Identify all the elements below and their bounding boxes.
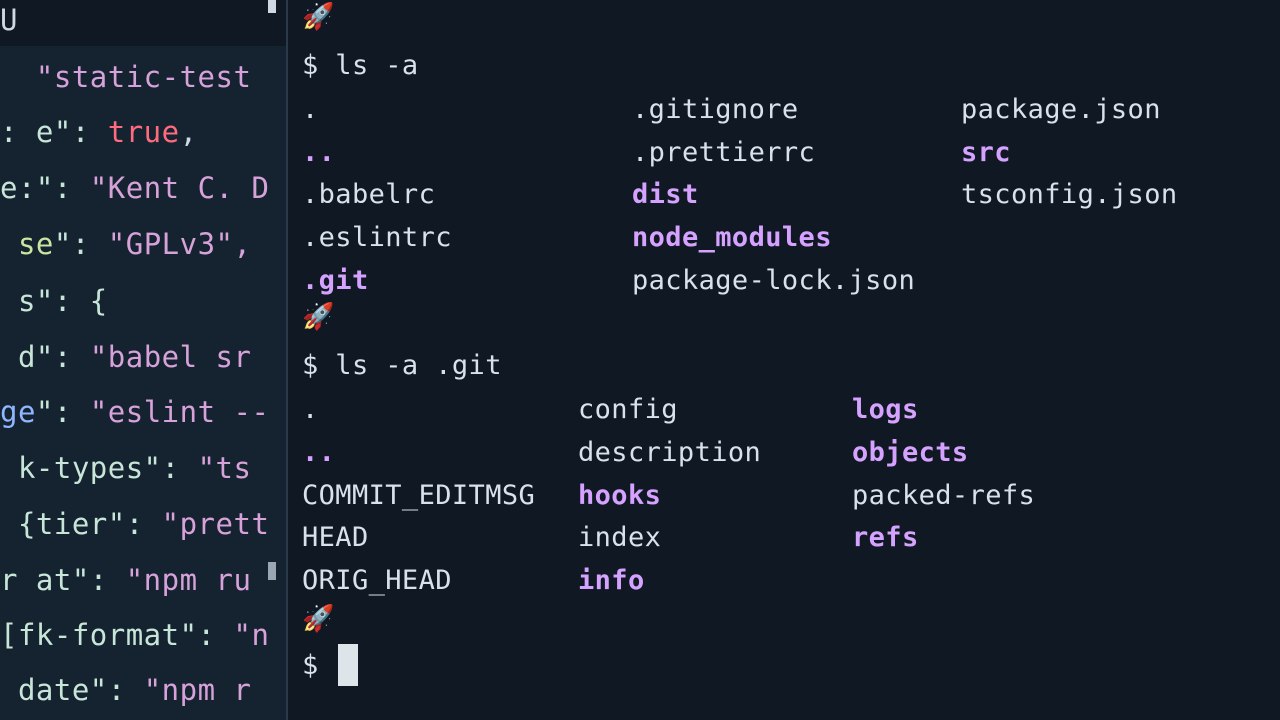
ls-entry: package.json bbox=[961, 94, 1161, 125]
editor-cursor bbox=[268, 562, 276, 580]
editor-token: "npm ru bbox=[125, 563, 252, 597]
ls-entry: . bbox=[302, 394, 319, 425]
terminal-pane[interactable]: 🚀 $ ls -a . .. .babelrc .eslintrc .git .… bbox=[288, 0, 1280, 720]
ls-entry: .babelrc bbox=[302, 179, 436, 210]
editor-line: [fk-format": "n bbox=[0, 615, 269, 655]
editor-token: "ts bbox=[197, 451, 252, 485]
ls-entry-dir: dist bbox=[632, 179, 699, 210]
editor-token: "static-test bbox=[0, 60, 252, 94]
editor-line: r at": "npm ru bbox=[0, 560, 251, 600]
ls-entry: tsconfig.json bbox=[961, 179, 1178, 210]
editor-token: "Kent C. D bbox=[89, 171, 270, 205]
prompt-rocket-icon: 🚀 bbox=[302, 604, 335, 634]
editor-line: k-types": "ts bbox=[0, 448, 251, 488]
ls-entry: description bbox=[578, 437, 762, 468]
prompt-line-3: $ bbox=[302, 650, 319, 681]
editor-token: ": bbox=[53, 227, 108, 261]
editor-token: , bbox=[179, 115, 198, 149]
ls-entry: packed-refs bbox=[852, 480, 1036, 511]
editor-token: [fk-format": bbox=[0, 618, 234, 652]
editor-token: "GPLv3", bbox=[107, 227, 252, 261]
ls-entry: .eslintrc bbox=[302, 222, 452, 253]
ls-entry: COMMIT_EDITMSG bbox=[302, 480, 536, 511]
editor-token: U bbox=[0, 3, 18, 37]
ls-entry-dir: info bbox=[578, 565, 645, 596]
ls-entry-dir: node_modules bbox=[632, 222, 832, 253]
editor-line: d": "babel sr bbox=[0, 337, 251, 377]
ls-entry: . bbox=[302, 94, 319, 125]
editor-line: : e": true, bbox=[0, 112, 198, 152]
editor-token: d": bbox=[0, 340, 90, 374]
ls-entry-dir: .. bbox=[302, 437, 336, 468]
ls-entry: HEAD bbox=[302, 522, 369, 553]
prompt-rocket-icon: 🚀 bbox=[302, 2, 335, 32]
command-line-2: $ ls -a .git bbox=[302, 350, 502, 381]
ls-entry-dir: objects bbox=[852, 437, 969, 468]
editor-line: U bbox=[0, 0, 18, 40]
ls-entry-dir: src bbox=[961, 137, 1011, 168]
editor-token: se bbox=[0, 227, 54, 261]
editor-token: "n bbox=[233, 618, 270, 652]
editor-token: ": bbox=[35, 395, 90, 429]
editor-token: r at": bbox=[0, 563, 126, 597]
ls-entry-dir: logs bbox=[852, 394, 919, 425]
editor-token: "npm r bbox=[143, 673, 252, 707]
ls-entry: config bbox=[578, 394, 678, 425]
editor-top-strip bbox=[0, 0, 286, 46]
ls-entry: ORIG_HEAD bbox=[302, 565, 452, 596]
editor-line: {tier": "prett bbox=[0, 504, 269, 544]
ls-entry-dir: hooks bbox=[578, 480, 662, 511]
ls-entry: .prettierrc bbox=[632, 137, 816, 168]
ls-entry-dir: refs bbox=[852, 522, 919, 553]
editor-token: e:": bbox=[0, 171, 90, 205]
editor-token: date": bbox=[0, 673, 144, 707]
editor-token: "babel sr bbox=[89, 340, 252, 374]
editor-token: k-types": bbox=[0, 451, 198, 485]
editor-scroll-marker bbox=[268, 0, 276, 13]
editor-token: ge bbox=[0, 395, 36, 429]
editor-token: s": { bbox=[0, 284, 108, 318]
ls-entry: index bbox=[578, 522, 662, 553]
editor-line: ge": "eslint -- bbox=[0, 392, 269, 432]
ls-entry-dir: .git bbox=[302, 265, 369, 296]
editor-line: se": "GPLv3", bbox=[0, 224, 251, 264]
editor-line: date": "npm r bbox=[0, 670, 251, 710]
editor-line: "static-test bbox=[0, 57, 251, 97]
editor-token: "eslint -- bbox=[89, 395, 270, 429]
ls-entry: .gitignore bbox=[632, 94, 799, 125]
editor-token: : e": bbox=[0, 115, 108, 149]
editor-token: "prett bbox=[161, 507, 270, 541]
editor-token: true bbox=[107, 115, 180, 149]
ls-entry-dir: .. bbox=[302, 137, 336, 168]
terminal-cursor[interactable] bbox=[338, 644, 358, 686]
prompt-rocket-icon: 🚀 bbox=[302, 302, 335, 332]
command-line-1: $ ls -a bbox=[302, 50, 419, 81]
editor-line: e:": "Kent C. D bbox=[0, 168, 269, 208]
code-editor-pane[interactable]: U "static-test : e": true, e:": "Kent C. D… bbox=[0, 0, 286, 720]
editor-token: {tier": bbox=[0, 507, 162, 541]
editor-line: s": { bbox=[0, 281, 108, 321]
ls-entry: package-lock.json bbox=[632, 265, 916, 296]
